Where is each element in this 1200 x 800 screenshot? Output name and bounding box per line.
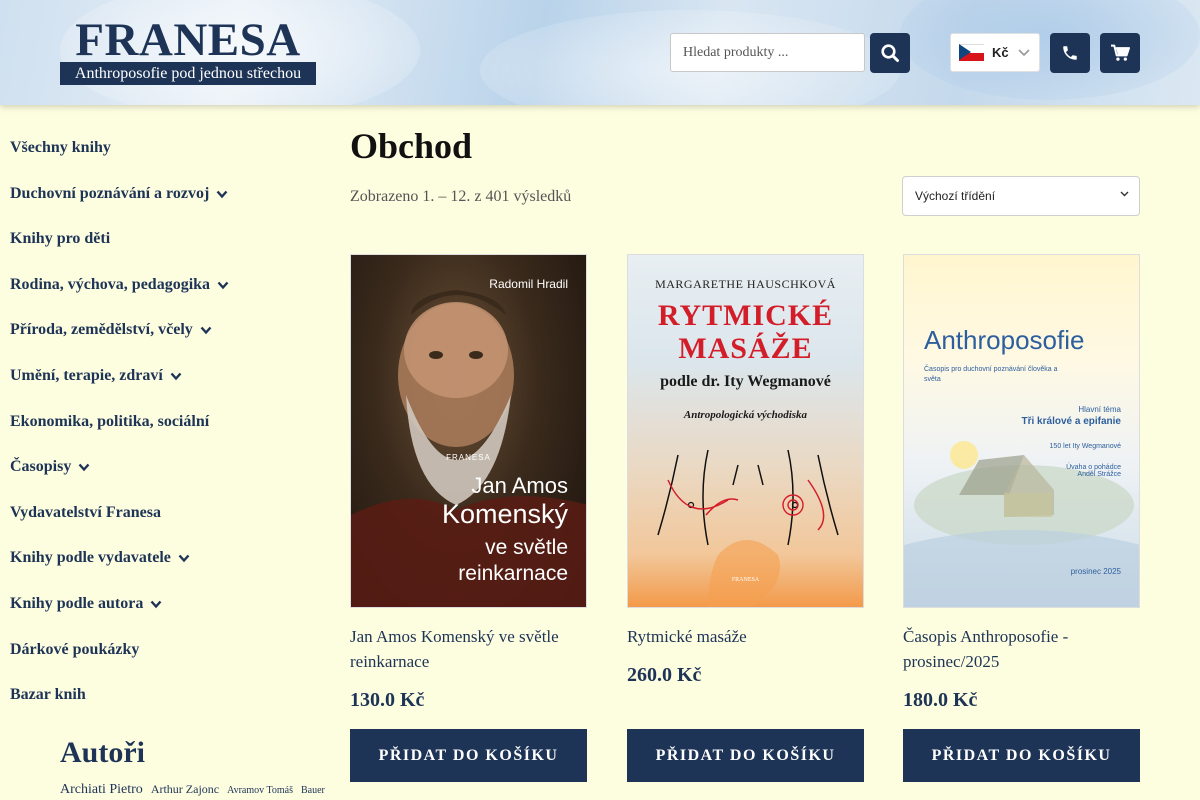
product-cover-image[interactable]: Radomil Hradil FRANESA Jan Amos Komenský…	[350, 254, 587, 608]
add-to-cart-button[interactable]: Přidat do košíku	[903, 729, 1140, 782]
sidebar-item-gift-vouchers[interactable]: Dárkové poukázky	[10, 639, 139, 661]
cover-topics: Hlavní téma Tři králové a epifanie 150 l…	[1022, 405, 1122, 478]
sidebar-item-children[interactable]: Knihy pro děti	[10, 228, 110, 250]
cover-publisher: FRANESA	[446, 453, 491, 462]
product-price: 260.0 Kč	[627, 664, 702, 686]
product-price: 180.0 Kč	[903, 689, 978, 711]
cover-author: MARGARETHE HAUSCHKOVÁ	[655, 277, 836, 291]
currency-label: Kč	[992, 45, 1009, 60]
cover-title-line: MASÁŽE	[678, 332, 813, 365]
cover-title: RYTMICKÉ MASÁŽE	[628, 299, 863, 365]
sort-selected-label: Výchozí třídění	[915, 189, 996, 203]
sidebar-item-nature[interactable]: Příroda, zemědělství, včely	[10, 319, 212, 341]
cover-title-line: Komenský	[441, 499, 568, 529]
sort-select[interactable]: Výchozí třídění	[902, 176, 1140, 216]
cover-title-line: RYTMICKÉ	[657, 299, 834, 332]
cover-subtitle-2: Antropologická východiska	[683, 409, 808, 421]
authors-heading: Autoři	[60, 736, 145, 769]
page-title: Obchod	[350, 126, 473, 166]
sidebar-item-label: Umění, terapie, zdraví	[10, 367, 163, 384]
chevron-down-icon	[1120, 191, 1129, 197]
sidebar-item-label: Knihy pro děti	[10, 230, 111, 247]
chevron-down-icon[interactable]	[78, 463, 90, 472]
site-header: FRANESA Anthroposofie pod jednou střecho…	[0, 0, 1200, 105]
chevron-down-icon	[1018, 48, 1030, 56]
phone-icon	[1063, 46, 1077, 60]
logo-tagline: Anthroposofie pod jednou střechou	[60, 62, 316, 85]
chevron-down-icon[interactable]	[150, 600, 162, 609]
logo-wordmark: FRANESA	[75, 14, 301, 66]
search-button[interactable]	[870, 33, 910, 73]
cart-button[interactable]	[1100, 33, 1140, 73]
chevron-down-icon[interactable]	[216, 190, 228, 199]
search-icon	[881, 44, 899, 62]
sidebar-item-spiritual[interactable]: Duchovní poznávání a rozvoj	[10, 183, 228, 205]
sidebar-item-label: Knihy podle vydavatele	[10, 549, 171, 566]
sidebar-item-art[interactable]: Umění, terapie, zdraví	[10, 365, 182, 387]
cover-author: Radomil Hradil	[489, 277, 568, 291]
sidebar-item-label: Duchovní poznávání a rozvoj	[10, 185, 210, 202]
author-tag[interactable]: Avramov Tomáš	[227, 785, 293, 796]
sidebar-item-publisher-franesa[interactable]: Vydavatelství Franesa	[10, 502, 161, 524]
site-logo[interactable]: FRANESA Anthroposofie pod jednou střecho…	[60, 14, 316, 85]
chevron-down-icon[interactable]	[217, 281, 229, 290]
sidebar-item-label: Dárkové poukázky	[10, 641, 140, 658]
chevron-down-icon[interactable]	[200, 326, 212, 335]
add-to-cart-button[interactable]: Přidat do košíku	[627, 729, 864, 782]
author-tag[interactable]: Bauer	[301, 785, 325, 796]
cover-note: Anděl Strážce	[1077, 471, 1121, 478]
author-tag[interactable]: Arthur Zajonc	[151, 782, 219, 797]
sidebar-item-label: Knihy podle autora	[10, 595, 144, 612]
sidebar-item-magazines[interactable]: Časopisy	[10, 456, 90, 478]
cover-theme: Tři králové a epifanie	[1021, 416, 1122, 427]
cover-note: Úvaha o pohádce	[1066, 464, 1121, 471]
author-tag-cloud: Archiati Pietro Arthur Zajonc Avramov To…	[60, 780, 330, 798]
chevron-down-icon[interactable]	[170, 372, 182, 381]
product-cover-image[interactable]: MARGARETHE HAUSCHKOVÁ RYTMICKÉ MASÁŽE po…	[627, 254, 864, 608]
czech-flag-icon	[959, 44, 984, 61]
sidebar-item-label: Bazar knih	[10, 686, 86, 703]
add-to-cart-button[interactable]: Přidat do košíku	[350, 729, 587, 782]
results-count: Zobrazeno 1. – 12. z 401 výsledků	[350, 188, 572, 205]
product-cover-image[interactable]: Anthroposofie Časopis pro duchovní pozná…	[903, 254, 1140, 608]
sidebar-item-by-publisher[interactable]: Knihy podle vydavatele	[10, 547, 190, 569]
author-tag[interactable]: Archiati Pietro	[60, 782, 143, 798]
sidebar-item-label: Ekonomika, politika, sociální	[10, 413, 210, 430]
chevron-down-icon[interactable]	[178, 554, 190, 563]
sidebar-item-by-author[interactable]: Knihy podle autora	[10, 593, 162, 615]
cover-subtitle: podle dr. Ity Wegmanové	[660, 373, 831, 390]
cover-title: Anthroposofie	[924, 325, 1085, 355]
sidebar-item-label: Rodina, výchova, pedagogika	[10, 276, 211, 293]
cover-publisher: FRANESA	[731, 577, 760, 583]
phone-button[interactable]	[1050, 33, 1090, 73]
sidebar-item-label: Příroda, zemědělství, včely	[10, 321, 193, 338]
product-price: 130.0 Kč	[350, 689, 425, 711]
cover-title-line: ve světle reinkarnace	[458, 536, 568, 585]
product-name[interactable]: Jan Amos Komenský ve světle reinkarnace	[350, 624, 587, 674]
sidebar-item-label: Časopisy	[10, 458, 72, 475]
sidebar-item-all-books[interactable]: Všechny knihy	[10, 137, 111, 159]
cover-title-line: Jan Amos	[471, 473, 568, 498]
product-name[interactable]: Časopis Anthroposofie - prosinec/2025	[903, 624, 1140, 674]
cover-note: 150 let Ity Wegmanové	[1049, 443, 1121, 450]
search-input[interactable]	[670, 33, 865, 72]
cover-date: prosinec 2025	[1070, 567, 1121, 576]
product-name[interactable]: Rytmické masáže	[627, 624, 864, 649]
currency-switcher[interactable]: Kč	[950, 33, 1040, 72]
sidebar-item-label: Všechny knihy	[10, 139, 111, 156]
sidebar-item-family[interactable]: Rodina, výchova, pedagogika	[10, 274, 229, 296]
cart-icon	[1111, 44, 1130, 61]
sidebar-item-label: Vydavatelství Franesa	[10, 504, 161, 521]
sidebar-item-book-bazaar[interactable]: Bazar knih	[10, 684, 86, 706]
cover-subtitle: Časopis pro duchovní poznávání člověka a…	[924, 366, 1058, 383]
sidebar-item-economics[interactable]: Ekonomika, politika, sociální	[10, 411, 209, 433]
cover-theme-label: Hlavní téma	[1078, 405, 1121, 414]
